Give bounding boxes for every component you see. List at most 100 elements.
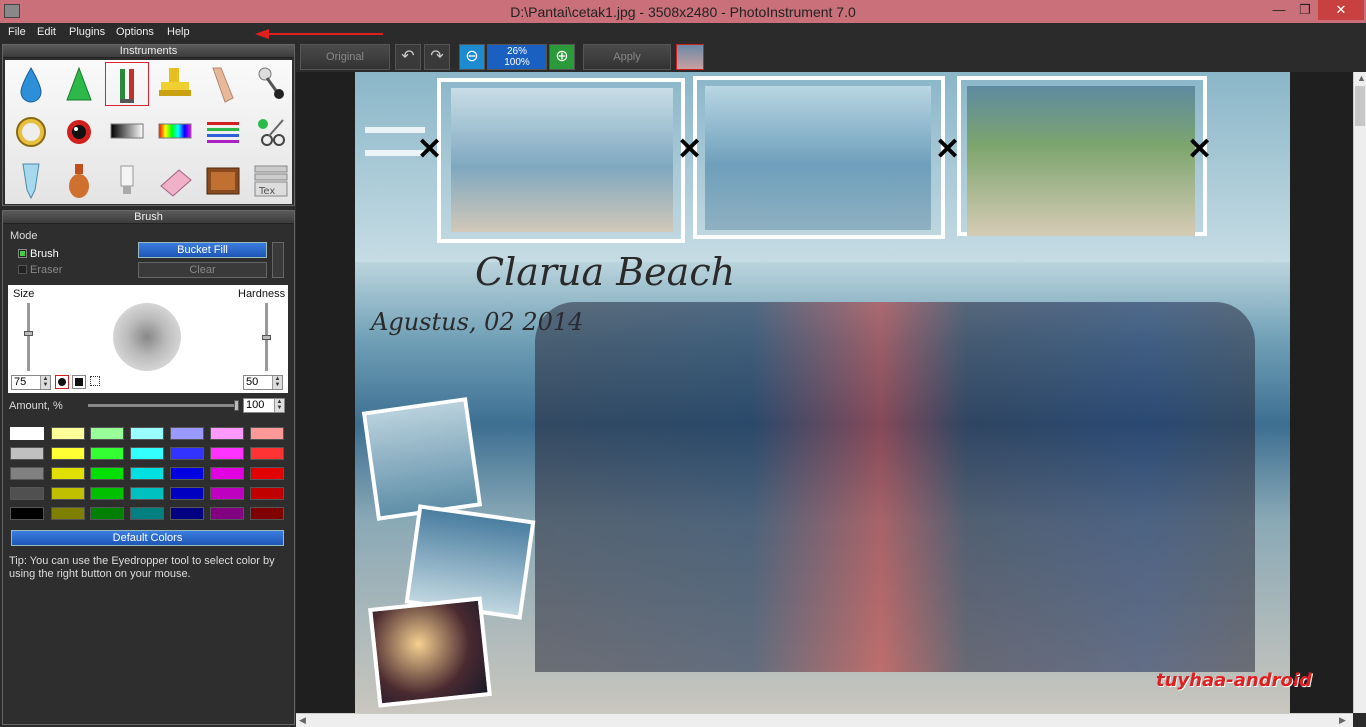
eraser-icon[interactable]: [153, 158, 197, 202]
stamp-icon[interactable]: [153, 62, 197, 106]
size-slider[interactable]: [24, 303, 33, 371]
eraser-mode-radio[interactable]: [18, 265, 27, 274]
tv-icon[interactable]: [201, 158, 245, 202]
zoom-out-icon[interactable]: ⊖: [459, 44, 485, 70]
hardness-spin-arrows[interactable]: ▲ ▼: [272, 376, 282, 389]
hardness-slider-thumb[interactable]: [262, 335, 271, 340]
color-swatch[interactable]: [10, 447, 44, 460]
cross-mark-icon: ✕: [1187, 133, 1213, 166]
color-swatch[interactable]: [210, 507, 244, 520]
scroll-right-icon[interactable]: ▶: [1339, 715, 1346, 726]
size-input[interactable]: 75 ▲ ▼: [11, 375, 51, 390]
color-swatch[interactable]: [130, 467, 164, 480]
color-swatch[interactable]: [51, 447, 85, 460]
lines-icon[interactable]: [201, 110, 245, 154]
apply-button[interactable]: Apply: [583, 44, 671, 70]
selection-shape-icon[interactable]: [90, 376, 100, 386]
amount-input[interactable]: 100 ▲ ▼: [243, 398, 285, 413]
cone-icon[interactable]: [57, 62, 101, 106]
color-swatch[interactable]: [10, 467, 44, 480]
panel-scroll-handle[interactable]: [272, 242, 284, 278]
color-swatch[interactable]: [250, 467, 284, 480]
zoom-level-control[interactable]: 26% 100%: [487, 44, 547, 70]
color-swatch[interactable]: [10, 487, 44, 500]
size-spin-arrows[interactable]: ▲ ▼: [40, 376, 50, 389]
color-swatch[interactable]: [51, 507, 85, 520]
vertical-scrollbar[interactable]: ▲: [1353, 72, 1366, 713]
color-swatch[interactable]: [250, 487, 284, 500]
color-swatch[interactable]: [90, 447, 124, 460]
color-swatch[interactable]: [130, 487, 164, 500]
color-swatch[interactable]: [90, 427, 124, 440]
image-thumbnail[interactable]: [676, 44, 704, 70]
color-swatch[interactable]: [10, 507, 44, 520]
color-swatch[interactable]: [130, 447, 164, 460]
round-brush-shape-button[interactable]: [55, 375, 69, 389]
default-colors-button[interactable]: Default Colors: [11, 530, 284, 546]
eye-icon[interactable]: [57, 110, 101, 154]
color-swatch[interactable]: [210, 487, 244, 500]
color-swatch[interactable]: [210, 467, 244, 480]
close-button[interactable]: ✕: [1318, 0, 1364, 20]
square-brush-shape-button[interactable]: [72, 375, 86, 389]
redo-icon[interactable]: ↷: [424, 44, 450, 70]
vase-icon[interactable]: [57, 158, 101, 202]
color-swatch[interactable]: [51, 467, 85, 480]
zoom-in-icon[interactable]: ⊕: [549, 44, 575, 70]
color-swatch[interactable]: [210, 427, 244, 440]
hardness-input[interactable]: 50 ▲ ▼: [243, 375, 283, 390]
original-button[interactable]: Original: [300, 44, 390, 70]
brush-mode-radio[interactable]: [18, 249, 27, 258]
clear-button[interactable]: Clear: [138, 262, 267, 278]
color-swatch[interactable]: [90, 487, 124, 500]
horizontal-scrollbar[interactable]: ◀ ▶: [296, 713, 1353, 727]
color-swatch[interactable]: [170, 507, 204, 520]
scissors-icon[interactable]: [249, 110, 293, 154]
amount-slider-thumb[interactable]: [234, 400, 239, 411]
menu-file[interactable]: File: [8, 26, 26, 38]
color-swatch[interactable]: [250, 427, 284, 440]
gradient-icon[interactable]: [105, 110, 149, 154]
color-swatch[interactable]: [130, 427, 164, 440]
color-swatch[interactable]: [250, 507, 284, 520]
color-swatch[interactable]: [170, 487, 204, 500]
amount-slider[interactable]: [88, 400, 239, 411]
hardness-slider[interactable]: [262, 303, 271, 371]
color-swatch[interactable]: [10, 427, 44, 440]
brush-icon[interactable]: [105, 62, 149, 106]
undo-icon[interactable]: ↶: [395, 44, 421, 70]
color-swatch[interactable]: [130, 507, 164, 520]
mode-label: Mode: [10, 230, 38, 242]
minimize-button[interactable]: —: [1266, 0, 1292, 20]
bulb-icon[interactable]: [105, 158, 149, 202]
bucket-fill-button[interactable]: Bucket Fill: [138, 242, 267, 258]
size-slider-thumb[interactable]: [24, 331, 33, 336]
brush-header: Brush: [3, 211, 294, 224]
menu-help[interactable]: Help: [167, 26, 190, 38]
color-swatch[interactable]: [90, 507, 124, 520]
color-swatch[interactable]: [170, 467, 204, 480]
scroll-up-icon[interactable]: ▲: [1357, 73, 1366, 83]
scroll-left-icon[interactable]: ◀: [299, 715, 306, 726]
maximize-button[interactable]: ❐: [1292, 0, 1318, 20]
finger-icon[interactable]: [201, 62, 245, 106]
menu-edit[interactable]: Edit: [37, 26, 56, 38]
color-swatch[interactable]: [90, 467, 124, 480]
color-swatch[interactable]: [51, 427, 85, 440]
tube-icon[interactable]: [9, 158, 53, 202]
color-swatch[interactable]: [170, 427, 204, 440]
color-swatch[interactable]: [250, 447, 284, 460]
color-swatch[interactable]: [210, 447, 244, 460]
clock-icon[interactable]: [9, 110, 53, 154]
water-drop-icon[interactable]: [9, 62, 53, 106]
menu-options[interactable]: Options: [116, 26, 154, 38]
text-icon[interactable]: Tex: [249, 158, 293, 202]
color-swatch[interactable]: [51, 487, 85, 500]
menu-plugins[interactable]: Plugins: [69, 26, 105, 38]
color-swatch[interactable]: [170, 447, 204, 460]
canvas-area[interactable]: ✕ ✕ ✕ ✕ Clarua Beach Agustus, 02 2014 tu…: [296, 72, 1353, 713]
rainbow-icon[interactable]: [153, 110, 197, 154]
vertical-scroll-thumb[interactable]: [1355, 86, 1365, 126]
pin-icon[interactable]: [249, 62, 293, 106]
amount-spin-arrows[interactable]: ▲ ▼: [274, 399, 284, 412]
